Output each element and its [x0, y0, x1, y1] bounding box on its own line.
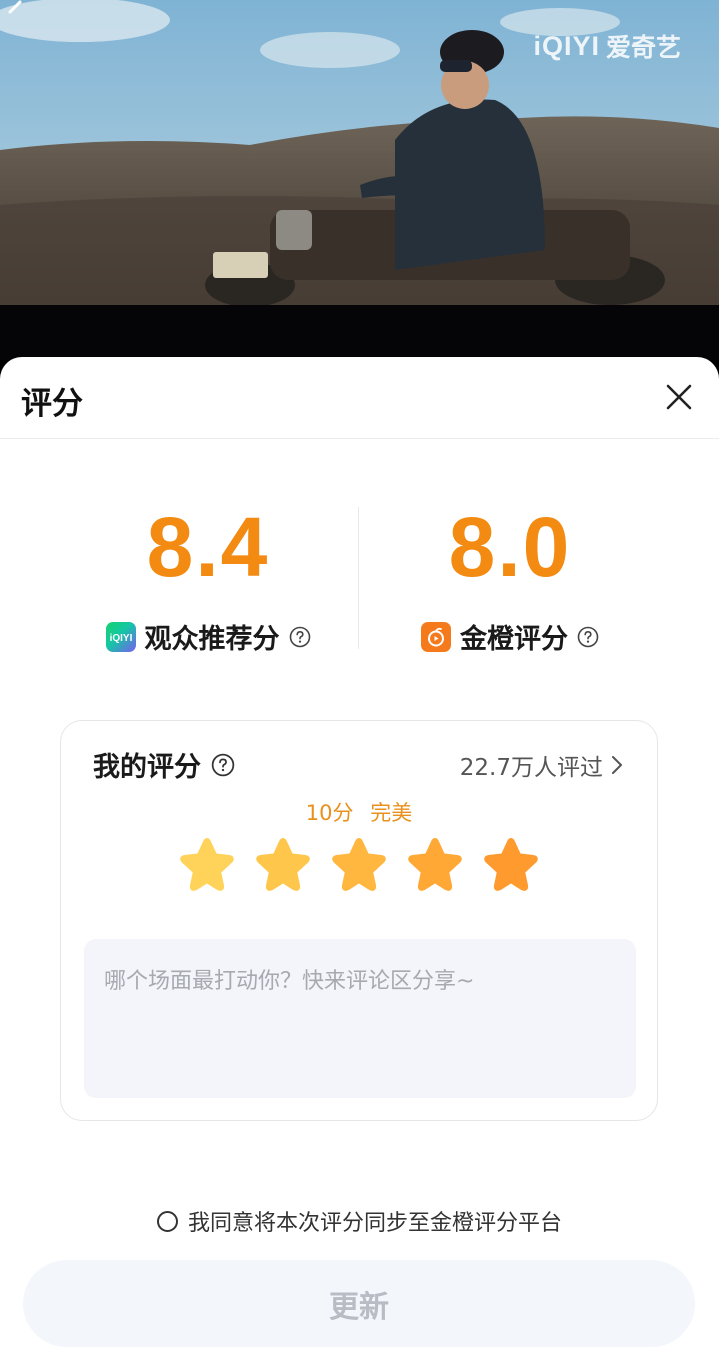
- close-icon: [666, 384, 692, 410]
- comment-input[interactable]: 哪个场面最打动你？快来评论区分享~: [84, 939, 636, 1098]
- help-icon[interactable]: [577, 626, 599, 648]
- svg-text:iQIYI: iQIYI: [109, 633, 132, 643]
- score-divider: [358, 507, 359, 649]
- back-arrow-icon[interactable]: [0, 0, 30, 30]
- star-icon[interactable]: [481, 834, 541, 894]
- audience-score-label-row: iQIYI 观众推荐分: [58, 617, 358, 656]
- jincheng-score: 8.0 金橙评分: [360, 505, 660, 656]
- sync-agree-text: 我同意将本次评分同步至金橙评分平台: [187, 1211, 562, 1236]
- audience-score-value: 8.4: [146, 500, 270, 594]
- iqiyi-watermark: iQIYI 爱奇艺: [533, 28, 681, 64]
- my-rating-title-text: 我的评分: [93, 752, 201, 783]
- star-icon[interactable]: [405, 834, 465, 894]
- video-player[interactable]: iQIYI 爱奇艺: [0, 0, 719, 360]
- jincheng-logo-icon: [421, 621, 451, 652]
- help-icon[interactable]: [211, 753, 235, 777]
- score-summary: 8.4 iQIYI 观众推荐分 8.0 金橙评分: [0, 505, 719, 655]
- star-icon[interactable]: [253, 834, 313, 894]
- jincheng-score-value: 8.0: [448, 500, 572, 594]
- audience-score: 8.4 iQIYI 观众推荐分: [58, 505, 358, 656]
- close-button[interactable]: [659, 377, 699, 417]
- rated-count-text: 22.7万人评过: [459, 755, 603, 781]
- star-icon[interactable]: [329, 834, 389, 894]
- sheet-title: 评分: [21, 386, 83, 422]
- rating-result-text: 完美: [370, 801, 413, 825]
- jincheng-score-label: 金橙评分: [460, 624, 568, 655]
- radio-icon: [156, 1210, 178, 1232]
- my-rating-card: 我的评分 22.7万人评过 10分 完美 哪个场面最打动你？快来评论区分享~: [60, 720, 658, 1121]
- update-button[interactable]: 更新: [23, 1260, 695, 1347]
- rating-result-score: 10分: [305, 801, 354, 825]
- rating-result: 10分 完美: [61, 797, 657, 827]
- sync-agree-checkbox[interactable]: 我同意将本次评分同步至金橙评分平台: [0, 1205, 719, 1237]
- my-rating-title: 我的评分: [93, 745, 235, 784]
- chevron-right-icon: [612, 756, 622, 774]
- rating-sheet: 评分 8.4 iQIYI 观众推荐分 8.0 金橙评分 我的评分 22.7万人评…: [0, 357, 719, 1372]
- audience-score-label: 观众推荐分: [144, 624, 280, 655]
- star-icon[interactable]: [177, 834, 237, 894]
- watermark-en: iQIYI: [533, 30, 600, 61]
- watermark-cn: 爱奇艺: [605, 33, 681, 62]
- rated-count-link[interactable]: 22.7万人评过: [460, 748, 623, 782]
- help-icon[interactable]: [289, 626, 311, 648]
- jincheng-score-label-row: 金橙评分: [360, 617, 660, 656]
- iqiyi-logo-icon: iQIYI: [105, 621, 136, 652]
- sheet-header: 评分: [0, 357, 719, 439]
- star-rating[interactable]: [177, 834, 541, 894]
